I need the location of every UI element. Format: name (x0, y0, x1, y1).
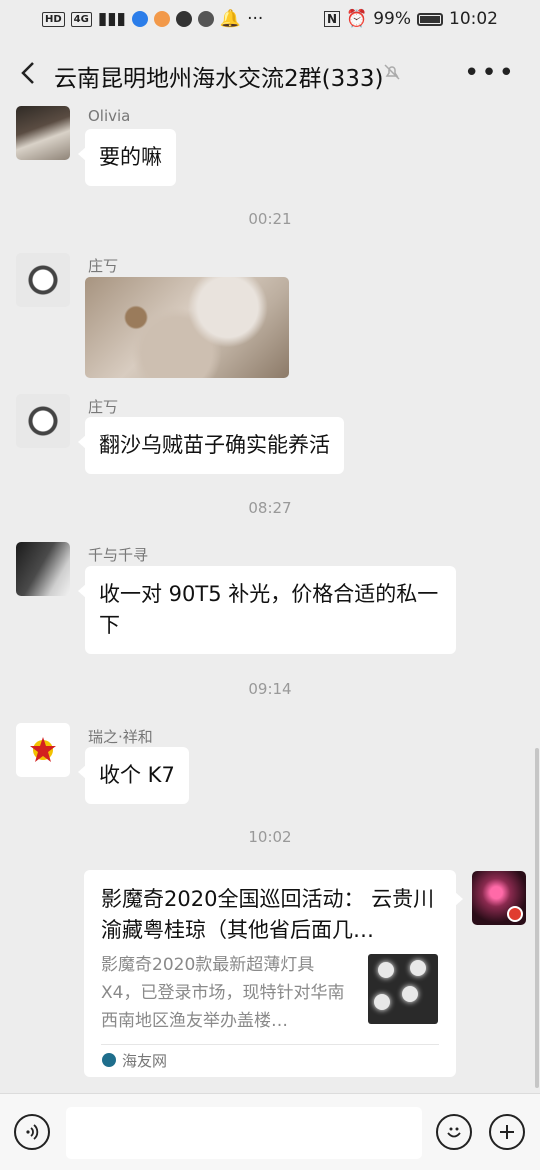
link-card[interactable]: 影魔奇2020全国巡回活动： 云贵川渝藏粤桂琼（其他省后面几… 影魔奇2020款… (84, 870, 463, 1077)
alarm-icon: ⏰ (346, 9, 368, 29)
timestamp: 00:21 (248, 210, 292, 228)
source-logo-icon (102, 1053, 116, 1067)
timestamp: 09:14 (248, 680, 292, 698)
card-thumbnail (368, 954, 438, 1024)
card-source: 海友网 (122, 1052, 168, 1070)
avatar[interactable] (16, 253, 70, 307)
chat-title[interactable]: 云南昆明地州海水交流2群(333) (54, 59, 383, 93)
qq-icon: 🔔 (219, 9, 242, 29)
nfc-icon: N (323, 11, 341, 27)
plus-icon (500, 1125, 514, 1139)
sender-name: 瑞之·祥和 (88, 728, 153, 746)
led-light (410, 960, 426, 976)
avatar[interactable] (16, 106, 70, 160)
star-logo-icon (30, 737, 56, 762)
battery-icon (417, 12, 443, 26)
more-notifications-icon: ··· (247, 9, 264, 29)
chat-header: 云南昆明地州海水交流2群(333) ••• (0, 40, 540, 106)
sender-name: 庄丂 (88, 398, 119, 416)
app-notification-icon (131, 11, 148, 27)
sender-name: Olivia (88, 107, 131, 125)
network-badge: 4G (70, 11, 92, 27)
add-button[interactable] (489, 1114, 525, 1150)
emoji-button[interactable] (436, 1114, 472, 1150)
app-notification-icon (153, 11, 170, 27)
avatar[interactable] (16, 394, 70, 448)
message-bubble[interactable]: 翻沙乌贼苗子确实能养活 (78, 417, 344, 474)
card-divider (101, 1044, 439, 1045)
message-bubble[interactable]: 收个 K7 (78, 747, 189, 804)
timestamp: 10:02 (248, 828, 292, 846)
sender-name: 千与千寻 (88, 546, 149, 564)
battery-percent: 99% (373, 9, 411, 29)
led-light (378, 962, 394, 978)
status-bar: HD 4G ▮▮▮ 🔔 ··· N ⏰ 99% 10:02 (0, 0, 540, 40)
status-right: N ⏰ 99% 10:02 (323, 9, 498, 29)
emoji-icon (447, 1127, 461, 1138)
signal-icon: ▮▮▮ (97, 9, 126, 29)
message-bubble[interactable]: 要的嘛 (78, 129, 176, 186)
led-light (374, 994, 390, 1010)
app-notification-icon (197, 11, 214, 27)
message-bubble[interactable]: 收一对 90T5 补光，价格合适的私一下 (78, 566, 456, 654)
image-message[interactable] (85, 277, 289, 378)
input-bar (0, 1093, 540, 1170)
avatar-badge (507, 906, 523, 922)
avatar[interactable] (16, 723, 70, 777)
app-notification-icon (175, 11, 192, 27)
voice-icon (26, 1124, 39, 1140)
card-title: 影魔奇2020全国巡回活动： 云贵川渝藏粤桂琼（其他省后面几… (101, 887, 435, 942)
status-left: HD 4G ▮▮▮ 🔔 ··· (42, 9, 263, 29)
bell-mute-icon (382, 62, 402, 87)
scrollbar[interactable] (535, 748, 539, 1088)
led-light (402, 986, 418, 1002)
more-options-button[interactable]: ••• (464, 58, 516, 88)
hd-badge: HD (42, 11, 65, 27)
sender-name: 庄丂 (88, 257, 119, 275)
timestamp: 08:27 (248, 499, 292, 517)
message-input[interactable] (66, 1107, 422, 1159)
voice-button[interactable] (14, 1114, 50, 1150)
back-arrow-icon (21, 62, 34, 84)
back-button[interactable] (14, 58, 44, 88)
card-description: 影魔奇2020款最新超薄灯具X4，已登录市场，现特针对华南西南地区渔友举办盖楼… (101, 955, 345, 1031)
avatar[interactable] (16, 542, 70, 596)
clock: 10:02 (449, 9, 498, 29)
